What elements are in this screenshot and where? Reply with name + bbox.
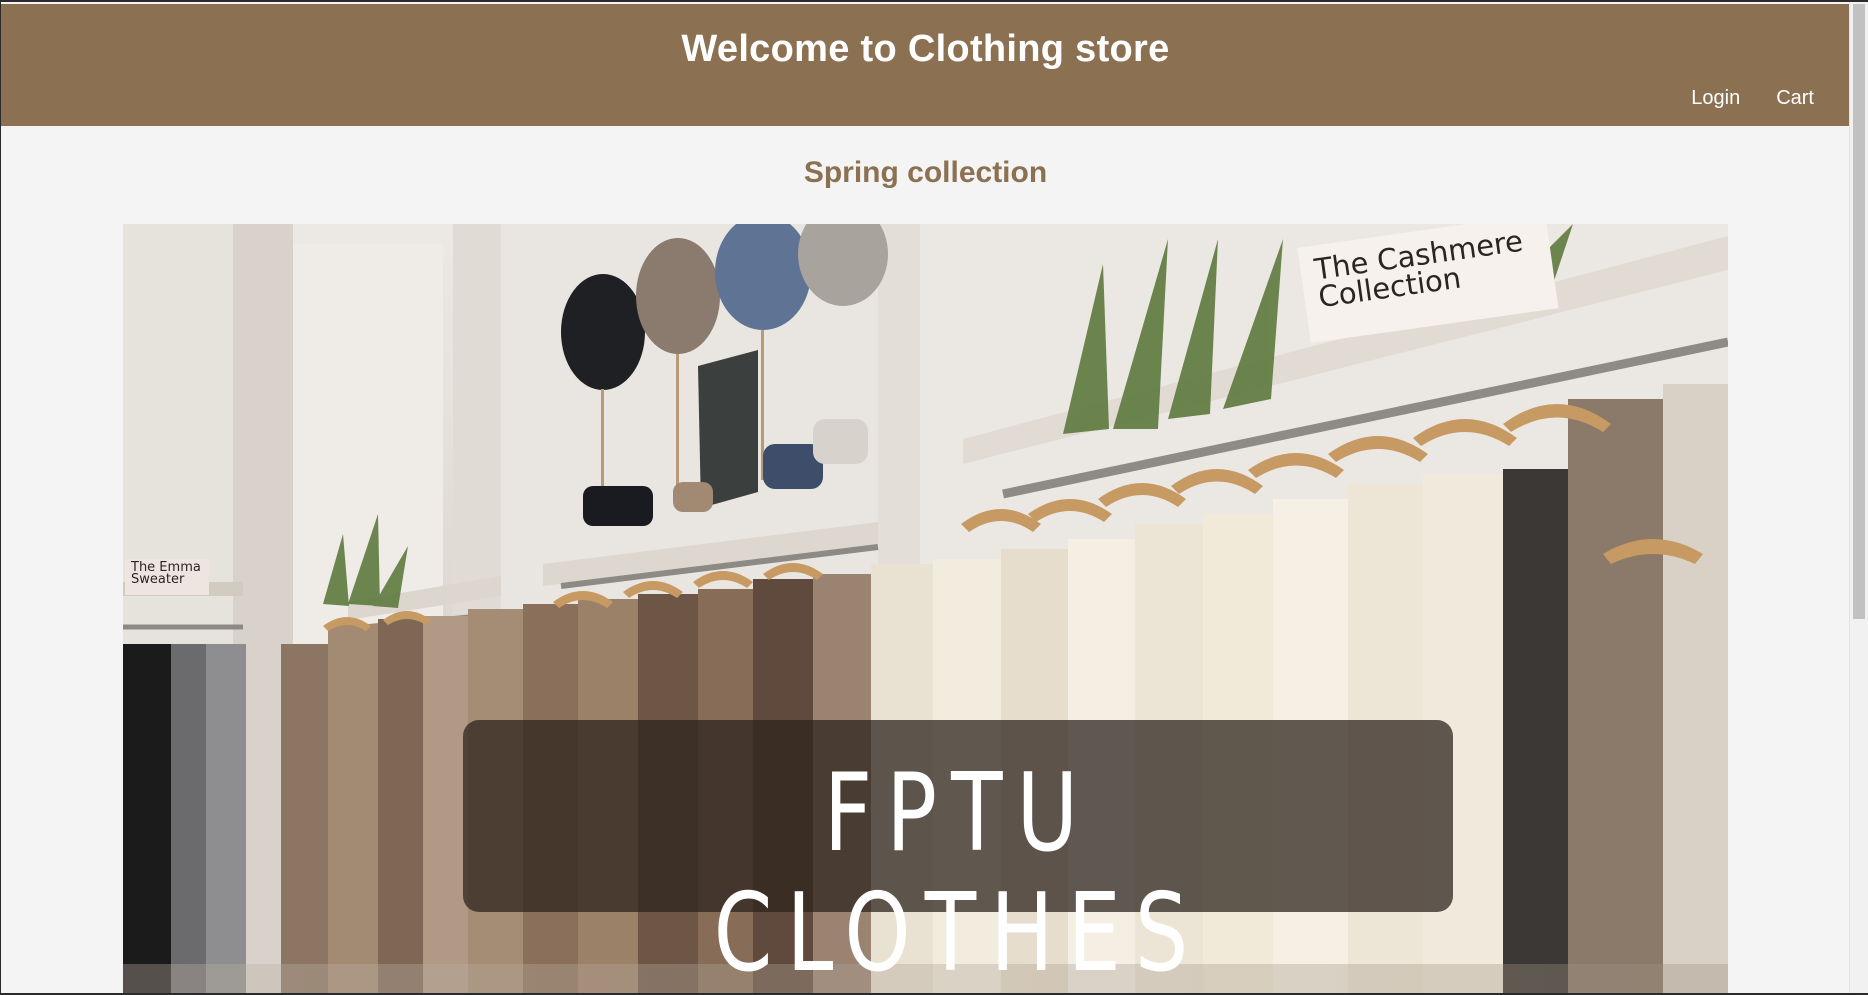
site-title: Welcome to Clothing store: [681, 28, 1170, 70]
scrollbar-track[interactable]: [1849, 2, 1868, 993]
site-header: Welcome to Clothing store Login Cart: [1, 4, 1850, 126]
cart-link[interactable]: Cart: [1776, 87, 1814, 110]
section-title: Spring collection: [803, 156, 1048, 189]
brand-banner: FPTU CLOTHES: [463, 720, 1453, 993]
header-nav: Login Cart: [1691, 87, 1814, 110]
browser-window: Welcome to Clothing store Login Cart Spr…: [0, 0, 1868, 995]
scrollbar-thumb[interactable]: [1853, 4, 1865, 619]
hero-image: The Cashmere Collection The Emma Sweater…: [123, 224, 1728, 993]
emma-sweater-sign: The Emma Sweater: [125, 559, 209, 595]
login-link[interactable]: Login: [1691, 87, 1740, 110]
brand-banner-text: FPTU CLOTHES: [713, 751, 1203, 995]
